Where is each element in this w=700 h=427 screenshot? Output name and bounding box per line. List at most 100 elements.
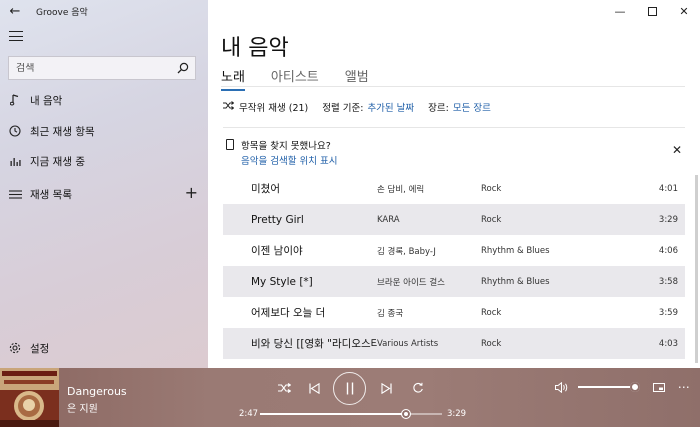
sort-label: 정렬 기준:	[322, 103, 364, 114]
total-time: 3:29	[447, 409, 467, 419]
close-window-button[interactable]: ✕	[668, 0, 700, 22]
add-playlist-icon[interactable]: +	[185, 185, 198, 201]
sidebar-item-recent[interactable]: 최근 재생 항목	[0, 119, 208, 143]
clock-icon	[0, 125, 30, 137]
song-artist[interactable]: Various Artists	[377, 339, 481, 349]
previous-icon	[308, 382, 320, 394]
song-artist[interactable]: KARA	[377, 215, 481, 225]
seek-slider[interactable]	[260, 409, 442, 419]
gear-icon	[0, 342, 30, 354]
maximize-button[interactable]	[636, 0, 668, 22]
mini-player-icon	[653, 382, 665, 392]
table-row[interactable]: Pretty Girl KARA Rock 3:29	[223, 204, 685, 235]
sidebar-item-my-music[interactable]: 내 음악	[0, 88, 208, 112]
song-duration: 3:29	[658, 214, 678, 225]
table-row[interactable]: 비와 당신 [[영화 "라디오스타"]] Various Artists Roc…	[223, 328, 685, 359]
sidebar-item-label: 내 음악	[30, 94, 63, 107]
minimize-button[interactable]: —	[604, 0, 636, 22]
more-options-button[interactable]: ⋯	[676, 380, 692, 394]
song-genre: Rock	[481, 338, 502, 349]
next-button[interactable]	[376, 380, 396, 396]
minimize-icon: —	[614, 4, 626, 18]
sidebar-item-playlists[interactable]: 재생 목록 +	[0, 182, 208, 206]
back-button[interactable]: ←	[0, 0, 30, 22]
divider	[221, 86, 685, 87]
title-bar: ← Groove 음악	[0, 0, 208, 22]
song-title: 이젠 남이야	[251, 245, 303, 257]
tab-artists[interactable]: 아티스트	[271, 66, 319, 88]
song-duration: 4:03	[658, 338, 678, 349]
back-arrow-icon: ←	[9, 3, 21, 19]
playlist-icon	[0, 189, 30, 199]
genre-label: 장르:	[428, 103, 449, 114]
repeat-button[interactable]	[408, 380, 428, 396]
main-content: — ✕ 내 음악 노래 아티스트 앨범 무작위 재생 (21) 정렬 기준: 추…	[208, 0, 700, 368]
song-artist[interactable]: 브라운 아이드 걸스	[377, 276, 481, 288]
shuffle-icon[interactable]	[223, 101, 235, 113]
shuffle-all-button[interactable]: 무작위 재생 (21)	[239, 100, 308, 114]
sidebar-item-label: 최근 재생 항목	[30, 125, 95, 138]
volume-fill	[578, 386, 635, 388]
now-playing-artist[interactable]: 은 지원	[67, 400, 98, 415]
song-duration: 3:59	[658, 307, 678, 318]
tab-bar: 노래 아티스트 앨범	[221, 66, 395, 91]
seek-fill	[260, 413, 406, 415]
scrollbar[interactable]	[695, 175, 698, 363]
now-playing-title[interactable]: Dangerous	[67, 385, 127, 398]
song-title: 어제보다 오늘 더	[251, 307, 326, 319]
song-duration: 4:06	[658, 245, 678, 256]
table-row[interactable]: 어제보다 오늘 더 김 종국 Rock 3:59	[223, 297, 685, 328]
volume-slider[interactable]	[578, 382, 640, 392]
tab-albums[interactable]: 앨범	[345, 66, 369, 88]
hamburger-menu-icon[interactable]	[9, 31, 23, 43]
sidebar-item-label: 재생 목록	[30, 188, 72, 201]
repeat-icon	[413, 382, 423, 393]
previous-button[interactable]	[304, 380, 324, 396]
table-row[interactable]: My Style [*] 브라운 아이드 걸스 Rhythm & Blues 3…	[223, 266, 685, 297]
album-art[interactable]	[0, 368, 59, 427]
song-artist[interactable]: 김 경록, Baby-J	[377, 245, 481, 257]
pause-icon	[346, 382, 353, 395]
sidebar-item-settings[interactable]: 설정	[0, 336, 208, 360]
table-row[interactable]: 미쳤어 손 담비, 에릭 Rock 4:01	[223, 173, 685, 204]
close-notice-button[interactable]: ✕	[672, 143, 682, 157]
song-title: 비와 당신 [[영화 "라디오스타"]]	[251, 338, 377, 350]
now-playing-bar: Dangerous 은 지원 2:47 3:29 ⋯	[0, 368, 700, 427]
song-title: My Style [*]	[251, 275, 313, 288]
sidebar: ← Groove 음악 내 음악 최근 재생 항목 지금 재생 중	[0, 0, 208, 368]
close-icon: ✕	[671, 143, 682, 157]
window-controls: — ✕	[604, 0, 700, 22]
sidebar-item-label: 지금 재생 중	[30, 155, 85, 168]
song-genre: Rock	[481, 307, 502, 318]
song-artist[interactable]: 김 종국	[377, 307, 481, 319]
sort-dropdown[interactable]: 추가된 날짜	[367, 100, 414, 114]
shuffle-button[interactable]	[274, 380, 294, 396]
song-duration: 4:01	[658, 183, 678, 194]
search-box	[8, 56, 196, 80]
song-title: Pretty Girl	[251, 213, 304, 226]
choose-folders-link[interactable]: 음악을 검색할 위치 표시	[241, 153, 337, 167]
equalizer-icon	[0, 156, 30, 166]
play-pause-button[interactable]	[333, 372, 366, 405]
table-row[interactable]: 이젠 남이야 김 경록, Baby-J Rhythm & Blues 4:06	[223, 235, 685, 266]
song-artist[interactable]: 손 담비, 에릭	[377, 183, 481, 195]
song-genre: Rock	[481, 183, 502, 194]
search-button[interactable]	[171, 57, 195, 79]
device-icon	[226, 139, 234, 150]
missing-music-notice: 항목을 찾지 못했나요? 음악을 검색할 위치 표시 ✕	[223, 135, 685, 171]
tab-songs[interactable]: 노래	[221, 66, 245, 91]
genre-dropdown[interactable]: 모든 장르	[453, 100, 491, 114]
song-list: 미쳤어 손 담비, 에릭 Rock 4:01 Pretty Girl KARA …	[223, 173, 685, 359]
search-input[interactable]	[9, 62, 171, 74]
mini-view-button[interactable]	[651, 380, 667, 394]
music-note-icon	[0, 94, 30, 106]
volume-button[interactable]	[554, 379, 570, 395]
divider	[223, 127, 685, 128]
more-icon: ⋯	[677, 380, 691, 394]
filter-bar: 무작위 재생 (21) 정렬 기준: 추가된 날짜 장르: 모든 장르	[223, 100, 491, 114]
song-genre: Rock	[481, 214, 502, 225]
volume-thumb[interactable]	[629, 382, 640, 392]
sidebar-item-now-playing[interactable]: 지금 재생 중	[0, 149, 208, 173]
seek-thumb[interactable]	[400, 409, 411, 419]
volume-icon	[555, 381, 568, 393]
